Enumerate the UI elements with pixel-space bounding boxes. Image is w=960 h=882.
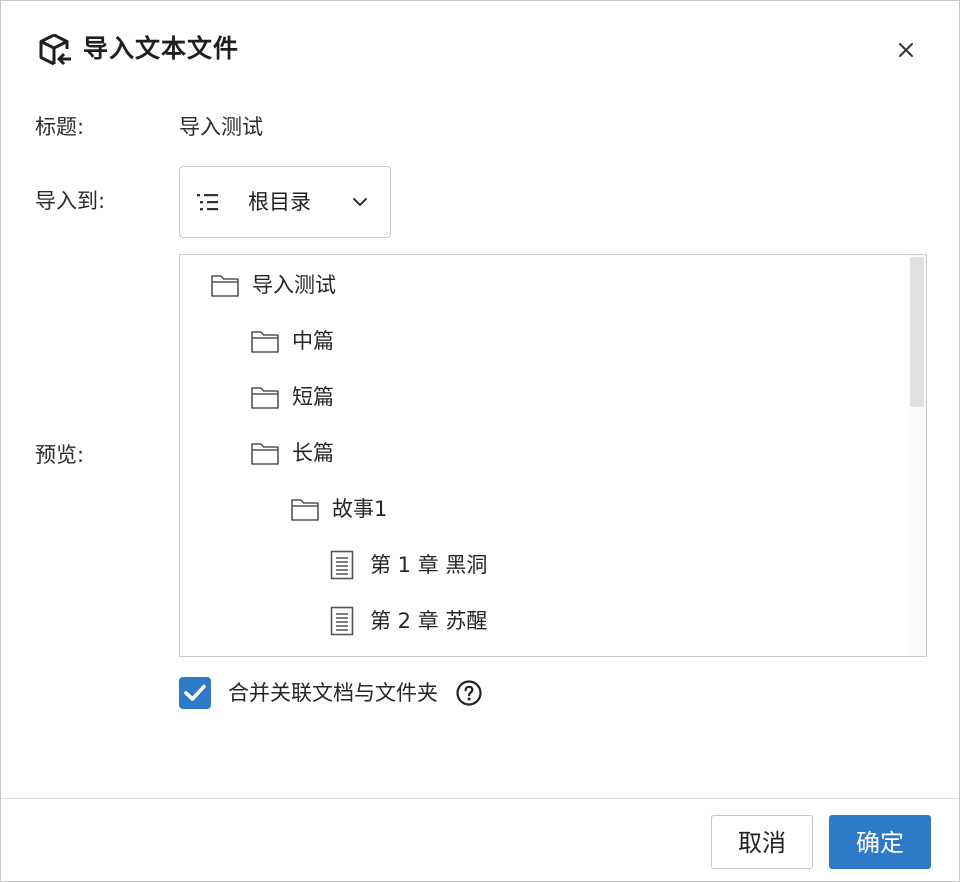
dialog-header: 导入文本文件 bbox=[1, 1, 959, 99]
tree-item-label: 导入测试 bbox=[252, 273, 336, 297]
import-to-label: 导入到: bbox=[35, 189, 106, 213]
title-label: 标题: bbox=[35, 115, 85, 139]
import-to-select[interactable]: 根目录 bbox=[179, 166, 391, 238]
tree-folder-item[interactable]: 故事1 bbox=[290, 489, 387, 529]
scrollbar-thumb[interactable] bbox=[910, 257, 924, 407]
preview-label: 预览: bbox=[35, 443, 85, 467]
chevron-down-icon bbox=[353, 198, 367, 206]
tree-list-icon bbox=[197, 194, 218, 211]
merge-checkbox[interactable] bbox=[179, 677, 211, 709]
folder-icon bbox=[250, 328, 280, 354]
check-icon bbox=[184, 684, 206, 701]
tree-document-item[interactable]: 第 1 章 黑洞 bbox=[330, 545, 487, 585]
scrollbar-track[interactable] bbox=[908, 255, 926, 656]
help-icon[interactable] bbox=[456, 680, 482, 706]
tree-folder-item[interactable]: 短篇 bbox=[250, 377, 334, 417]
dialog-title: 导入文本文件 bbox=[83, 34, 240, 63]
document-icon bbox=[330, 606, 354, 636]
folder-icon bbox=[250, 440, 280, 466]
preview-tree[interactable]: 导入测试中篇短篇长篇故事1 第 1 章 黑洞第 2 章 苏醒 bbox=[179, 254, 927, 657]
folder-icon bbox=[250, 384, 280, 410]
title-value: 导入测试 bbox=[179, 115, 263, 139]
document-icon bbox=[330, 550, 354, 580]
tree-item-label: 第 2 章 苏醒 bbox=[370, 609, 488, 633]
tree-item-label: 中篇 bbox=[292, 329, 334, 353]
import-box-icon bbox=[39, 33, 71, 66]
tree-item-label: 第 1 章 黑洞 bbox=[370, 553, 488, 577]
tree-folder-item[interactable]: 中篇 bbox=[250, 321, 334, 361]
tree-item-label: 故事1 bbox=[332, 497, 388, 521]
tree-item-label: 长篇 bbox=[292, 441, 334, 465]
import-text-dialog: 导入文本文件 标题: 导入测试 导入到: 根目录 预览: 导入测试中篇短篇长篇故… bbox=[0, 0, 960, 882]
cancel-button[interactable]: 取消 bbox=[711, 815, 813, 869]
dialog-footer: 取消 确定 bbox=[1, 798, 959, 882]
tree-item-label: 短篇 bbox=[292, 385, 334, 409]
tree-folder-item[interactable]: 导入测试 bbox=[210, 265, 336, 305]
confirm-button[interactable]: 确定 bbox=[829, 815, 931, 869]
tree-folder-item[interactable]: 长篇 bbox=[250, 433, 334, 473]
import-to-value: 根目录 bbox=[248, 190, 311, 214]
close-icon[interactable] bbox=[893, 37, 919, 63]
folder-icon bbox=[290, 496, 320, 522]
merge-checkbox-label[interactable]: 合并关联文档与文件夹 bbox=[228, 678, 438, 708]
merge-option-row: 合并关联文档与文件夹 bbox=[179, 676, 482, 710]
folder-icon bbox=[210, 272, 240, 298]
tree-document-item[interactable]: 第 2 章 苏醒 bbox=[330, 601, 487, 641]
